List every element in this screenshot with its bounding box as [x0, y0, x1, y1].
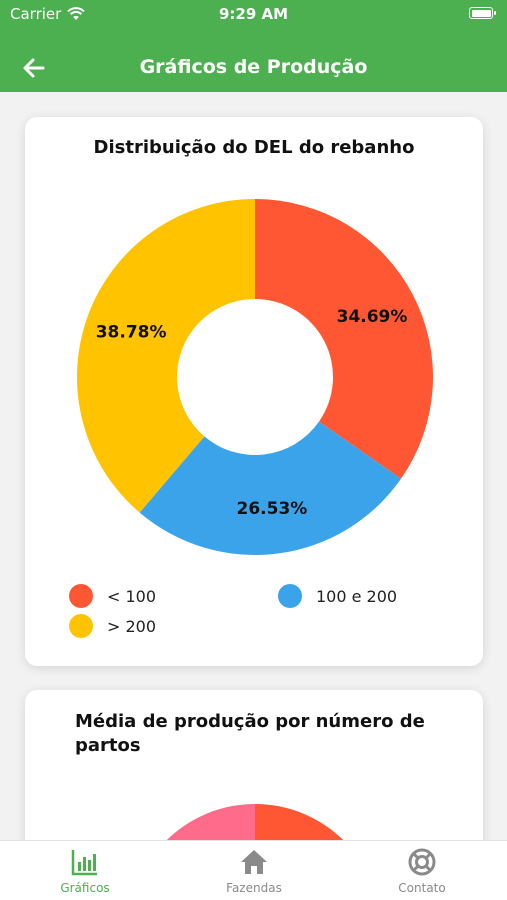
status-bar: Carrier 9:29 AM: [0, 0, 507, 30]
tab-label: Gráficos: [60, 881, 110, 895]
donut-slice-0: [255, 199, 433, 479]
legend-swatch: [278, 584, 302, 608]
legend-item-100-200: 100 e 200: [278, 584, 397, 608]
chart-title: Distribuição do DEL do rebanho: [93, 137, 415, 158]
legend-label: 100 e 200: [316, 586, 398, 606]
tab-contato[interactable]: Contato: [362, 847, 482, 895]
bottom-navigation: Gráficos Fazendas Contato: [0, 840, 507, 900]
home-icon: [241, 850, 267, 874]
legend-item-gt200: > 200: [69, 614, 156, 638]
del-donut-chart: 34.69% 26.53% 38.78%: [77, 199, 433, 555]
tab-label: Fazendas: [226, 881, 282, 895]
app-header: Carrier 9:29 AM Gráficos de Produção: [0, 0, 507, 92]
legend-label: > 200: [107, 616, 157, 636]
navigation-bar: Gráficos de Produção: [0, 44, 507, 92]
bar-chart-icon: [71, 850, 97, 876]
slice-label-0: 34.69%: [337, 307, 408, 327]
legend-swatch: [69, 614, 93, 638]
tab-graficos[interactable]: Gráficos: [25, 847, 145, 895]
slice-label-2: 38.78%: [96, 322, 167, 342]
legend-swatch: [69, 584, 93, 608]
legend-label: < 100: [107, 586, 157, 606]
slice-label-1: 26.53%: [237, 499, 308, 519]
status-time: 9:29 AM: [218, 5, 289, 23]
chart-title: Média de produção por número de partos: [75, 711, 425, 756]
lifebuoy-icon: [408, 848, 436, 876]
battery-icon: [469, 7, 496, 19]
legend-item-lt100: < 100: [69, 584, 156, 608]
page-title: Gráficos de Produção: [139, 56, 368, 78]
tab-fazendas[interactable]: Fazendas: [194, 847, 314, 895]
tab-label: Contato: [398, 881, 446, 895]
del-distribution-card: Distribuição do DEL do rebanho 34.69% 26.…: [25, 117, 483, 666]
